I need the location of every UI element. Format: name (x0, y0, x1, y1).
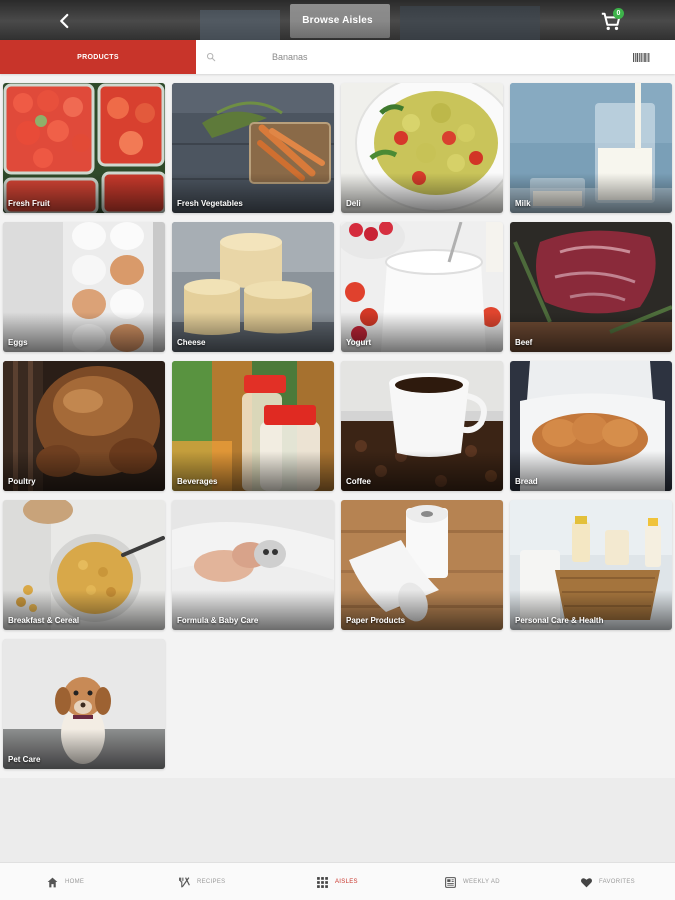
fork-knife-icon (179, 876, 190, 887)
aisle-label: Formula & Baby Care (177, 616, 259, 625)
aisle-tile-coffee[interactable]: Coffee (341, 361, 503, 491)
tile-shade (341, 173, 503, 213)
cart-count-badge: 0 (613, 8, 624, 19)
nav-aisles[interactable]: AISLES (316, 863, 358, 900)
tile-shade (510, 312, 672, 352)
top-app-bar: Browse Aisles 0 (0, 0, 675, 42)
search-icon (206, 52, 216, 62)
aisle-label: Poultry (8, 477, 36, 486)
bottom-navigation: HOME RECIPES AISLES WEEKLY AD FAVORITES (0, 862, 675, 900)
page-title: Browse Aisles (302, 15, 373, 26)
aisle-label: Deli (346, 199, 361, 208)
empty-content-area (0, 778, 675, 862)
search-bar: PRODUCTS (0, 40, 675, 74)
aisle-label: Breakfast & Cereal (8, 616, 80, 625)
aisle-label: Milk (515, 199, 531, 208)
aisle-tile-bread[interactable]: Bread (510, 361, 672, 491)
aisle-tile-milk[interactable]: Milk (510, 83, 672, 213)
barcode-icon[interactable] (632, 52, 650, 63)
search-input[interactable] (230, 47, 610, 67)
home-icon (47, 877, 58, 887)
aisle-tile-formula-baby-care[interactable]: Formula & Baby Care (172, 500, 334, 630)
nav-recipes[interactable]: RECIPES (178, 863, 225, 900)
aisle-tile-poultry[interactable]: Poultry (3, 361, 165, 491)
nav-home-label: HOME (65, 879, 85, 885)
aisle-label: Yogurt (346, 338, 372, 347)
grid-icon (317, 876, 328, 888)
aisle-label: Paper Products (346, 616, 406, 625)
heart-icon (581, 877, 592, 887)
nav-aisles-label: AISLES (335, 879, 358, 885)
products-tab[interactable]: PRODUCTS (0, 40, 196, 74)
nav-weekly-ad[interactable]: WEEKLY AD (444, 863, 500, 900)
aisle-label: Eggs (8, 338, 28, 347)
aisle-tile-fresh-vegetables[interactable]: Fresh Vegetables (172, 83, 334, 213)
aisle-tile-eggs[interactable]: Eggs (3, 222, 165, 352)
aisle-tile-fresh-fruit[interactable]: Fresh Fruit (3, 83, 165, 213)
aisle-label: Personal Care & Health (515, 616, 604, 625)
aisle-tile-beverages[interactable]: Beverages (172, 361, 334, 491)
tile-shade (510, 173, 672, 213)
nav-recipes-label: RECIPES (197, 879, 226, 885)
aisle-label: Coffee (346, 477, 371, 486)
aisle-label: Fresh Fruit (8, 199, 50, 208)
nav-weekly-ad-label: WEEKLY AD (463, 879, 500, 885)
nav-favorites[interactable]: FAVORITES (580, 863, 635, 900)
cart-button[interactable]: 0 (600, 8, 628, 34)
aisle-tile-breakfast-cereal[interactable]: Breakfast & Cereal (3, 500, 165, 630)
aisle-label: Pet Care (8, 755, 41, 764)
aisle-tile-yogurt[interactable]: Yogurt (341, 222, 503, 352)
nav-favorites-label: FAVORITES (599, 879, 635, 885)
aisle-tile-deli[interactable]: Deli (341, 83, 503, 213)
aisle-tile-cheese[interactable]: Cheese (172, 222, 334, 352)
aisle-label: Bread (515, 477, 538, 486)
aisle-tile-beef[interactable]: Beef (510, 222, 672, 352)
aisle-label: Beef (515, 338, 533, 347)
aisle-tile-personal-care-health[interactable]: Personal Care & Health (510, 500, 672, 630)
aisle-label: Beverages (177, 477, 218, 486)
newspaper-icon (445, 876, 456, 888)
aisle-label: Cheese (177, 338, 206, 347)
nav-home[interactable]: HOME (46, 863, 84, 900)
aisle-tile-paper-products[interactable]: Paper Products (341, 500, 503, 630)
aisle-tile-pet-care[interactable]: Pet Care (3, 639, 165, 769)
aisle-label: Fresh Vegetables (177, 199, 243, 208)
